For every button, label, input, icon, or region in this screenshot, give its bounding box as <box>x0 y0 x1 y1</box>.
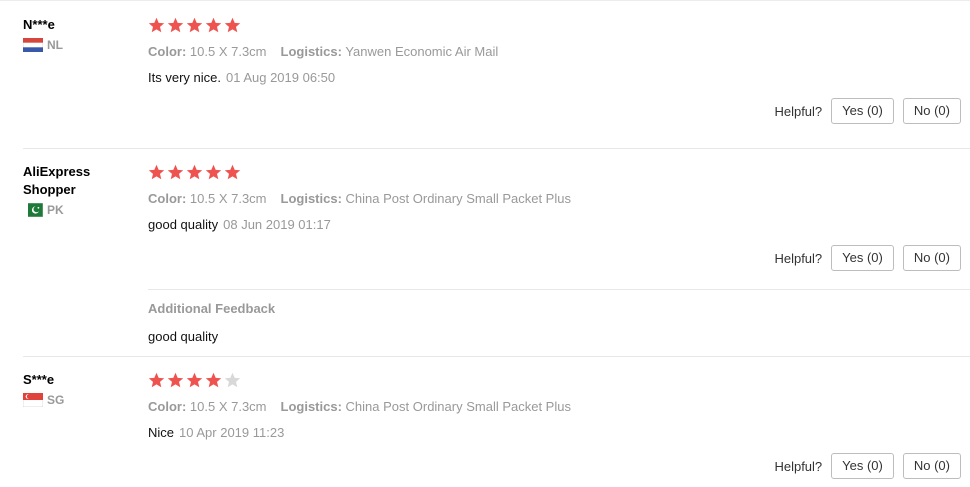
review-text: good quality <box>148 217 219 232</box>
helpful-vote: Helpful? Yes (0) No (0) <box>774 98 961 124</box>
review-attributes: Color: 10.5 X 7.3cm Logistics: China Post… <box>148 399 948 415</box>
star-filled-icon <box>186 17 203 32</box>
reviewer-name: N***e <box>23 17 55 32</box>
reviewer-name: S***e <box>23 372 55 387</box>
helpful-yes-button[interactable]: Yes (0) <box>831 245 894 271</box>
additional-feedback-title: Additional Feedback <box>148 301 276 316</box>
helpful-label: Helpful? <box>774 250 823 266</box>
helpful-vote: Helpful? Yes (0) No (0) <box>774 245 961 271</box>
helpful-label: Helpful? <box>774 103 823 119</box>
review-body: Its very nice. 01 Aug 2019 06:50 <box>148 70 948 86</box>
helpful-yes-button[interactable]: Yes (0) <box>831 453 894 479</box>
top-border <box>0 0 970 1</box>
color-value: 10.5 X 7.3cm <box>189 191 267 206</box>
star-filled-icon <box>167 164 184 179</box>
country-code: NL <box>47 38 63 52</box>
star-filled-icon <box>224 164 241 179</box>
singapore-flag-icon <box>23 393 43 407</box>
helpful-no-button[interactable]: No (0) <box>902 98 961 124</box>
helpful-vote: Helpful? Yes (0) No (0) <box>774 453 961 479</box>
color-label: Color: <box>148 399 187 414</box>
star-rating <box>148 16 948 34</box>
additional-feedback-text: good quality <box>148 329 219 344</box>
review-text: Nice <box>148 425 175 440</box>
color-value: 10.5 X 7.3cm <box>189 399 267 414</box>
logistics-label: Logistics: <box>280 44 342 59</box>
star-filled-icon <box>148 164 165 179</box>
logistics-label: Logistics: <box>280 399 342 414</box>
reviewer-info: AliExpress Shopper PK <box>23 163 133 217</box>
review-date: 08 Jun 2019 01:17 <box>223 217 331 232</box>
country-code: SG <box>47 393 65 407</box>
star-filled-icon <box>186 372 203 387</box>
star-filled-icon <box>148 372 165 387</box>
logistics-label: Logistics: <box>280 191 342 206</box>
color-label: Color: <box>148 44 187 59</box>
star-empty-icon <box>224 372 241 387</box>
review-attributes: Color: 10.5 X 7.3cm Logistics: Yanwen Eco… <box>148 44 948 60</box>
star-filled-icon <box>205 372 222 387</box>
reviewer-name: AliExpress Shopper <box>23 164 91 197</box>
reviewer-info: S***e SG <box>23 371 133 407</box>
additional-feedback: Additional Feedback good quality <box>148 301 275 345</box>
star-filled-icon <box>167 372 184 387</box>
star-filled-icon <box>167 17 184 32</box>
review-body: Nice 10 Apr 2019 11:23 <box>148 425 948 441</box>
review-date: 01 Aug 2019 06:50 <box>225 70 336 85</box>
reviewer-country: PK <box>23 203 133 217</box>
review-content: Color: 10.5 X 7.3cm Logistics: Yanwen Eco… <box>148 16 948 86</box>
helpful-no-button[interactable]: No (0) <box>902 453 961 479</box>
star-filled-icon <box>205 17 222 32</box>
pakistan-flag-icon <box>23 203 43 217</box>
reviewer-country: NL <box>23 38 133 52</box>
helpful-no-button[interactable]: No (0) <box>902 245 961 271</box>
reviewer-info: N***e NL <box>23 16 133 52</box>
review-date: 10 Apr 2019 11:23 <box>179 425 285 440</box>
logistics-value: Yanwen Economic Air Mail <box>345 44 499 59</box>
country-code: PK <box>47 203 64 217</box>
review-content: Color: 10.5 X 7.3cm Logistics: China Post… <box>148 163 948 233</box>
color-label: Color: <box>148 191 187 206</box>
star-rating <box>148 371 948 389</box>
review-text: Its very nice. <box>148 70 221 85</box>
reviewer-country: SG <box>23 393 133 407</box>
helpful-yes-button[interactable]: Yes (0) <box>831 98 894 124</box>
review-content: Color: 10.5 X 7.3cm Logistics: China Post… <box>148 371 948 441</box>
review-attributes: Color: 10.5 X 7.3cm Logistics: China Post… <box>148 191 948 207</box>
netherlands-flag-icon <box>23 38 43 52</box>
review-divider <box>23 148 970 149</box>
star-rating <box>148 163 948 181</box>
review-divider <box>23 356 970 357</box>
color-value: 10.5 X 7.3cm <box>189 44 267 59</box>
star-filled-icon <box>205 164 222 179</box>
review-body: good quality 08 Jun 2019 01:17 <box>148 217 948 233</box>
star-filled-icon <box>224 17 241 32</box>
logistics-value: China Post Ordinary Small Packet Plus <box>345 399 571 414</box>
star-filled-icon <box>148 17 165 32</box>
additional-feedback-divider <box>148 289 970 290</box>
logistics-value: China Post Ordinary Small Packet Plus <box>345 191 571 206</box>
star-filled-icon <box>186 164 203 179</box>
helpful-label: Helpful? <box>774 458 823 474</box>
